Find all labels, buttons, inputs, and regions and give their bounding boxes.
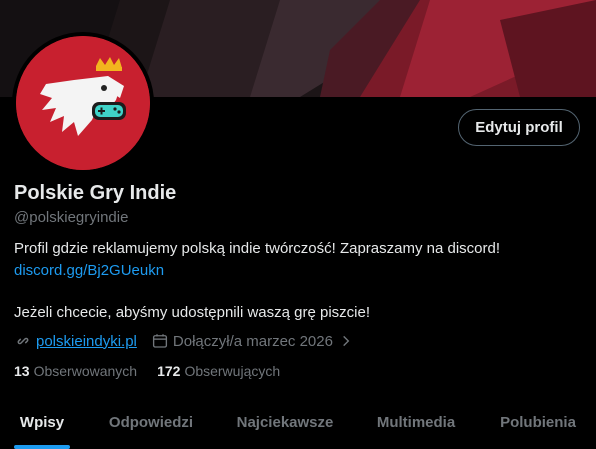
tab-label: Wpisy: [19, 414, 65, 431]
followers-label: Obserwujących: [184, 363, 281, 379]
bio-discord-link[interactable]: discord.gg/Bj2GUeukn: [14, 262, 164, 279]
followers-link[interactable]: 172 Obserwujących: [157, 363, 280, 379]
following-count: 13: [14, 363, 30, 379]
edit-profile-button[interactable]: Edytuj profil: [458, 109, 580, 146]
tab-label: Multimedia: [376, 414, 456, 431]
following-label: Obserwowanych: [33, 363, 138, 379]
avatar-logo: [16, 36, 150, 170]
tab-likes[interactable]: Polubienia: [480, 396, 596, 449]
active-tab-indicator: [14, 445, 70, 449]
tab-label: Najciekawsze: [236, 414, 334, 431]
followers-count: 172: [157, 363, 181, 379]
bio-text-line1: Profil gdzie reklamujemy polską indie tw…: [14, 240, 501, 257]
follow-stats: 13 Obserwowanych 172 Obserwujących: [14, 363, 300, 379]
chevron-right-icon[interactable]: [339, 334, 353, 348]
profile-avatar[interactable]: [12, 32, 154, 174]
calendar-icon: [151, 332, 169, 350]
joined-date: Dołączył/a marzec 2026: [172, 332, 333, 350]
following-link[interactable]: 13 Obserwowanych: [14, 363, 137, 379]
website-link[interactable]: polskieindyki.pl: [36, 333, 137, 350]
tab-label: Odpowiedzi: [108, 414, 194, 431]
gamepad-icon: [92, 102, 126, 120]
link-icon: [14, 332, 32, 350]
tab-highlights[interactable]: Najciekawsze: [218, 396, 352, 449]
tab-media[interactable]: Multimedia: [352, 396, 480, 449]
profile-handle: @polskiegryindie: [14, 209, 129, 226]
bio-text-line2: Jeżeli chcecie, abyśmy udostępnili waszą…: [14, 304, 370, 321]
profile-tabs: Wpisy Odpowiedzi Najciekawsze Multimedia…: [0, 396, 596, 449]
tab-label: Polubienia: [500, 414, 576, 431]
profile-meta: polskieindyki.pl Dołączył/a marzec 2026: [14, 332, 353, 350]
tab-posts[interactable]: Wpisy: [0, 396, 84, 449]
tab-replies[interactable]: Odpowiedzi: [84, 396, 218, 449]
profile-name: Polskie Gry Indie: [14, 182, 177, 204]
